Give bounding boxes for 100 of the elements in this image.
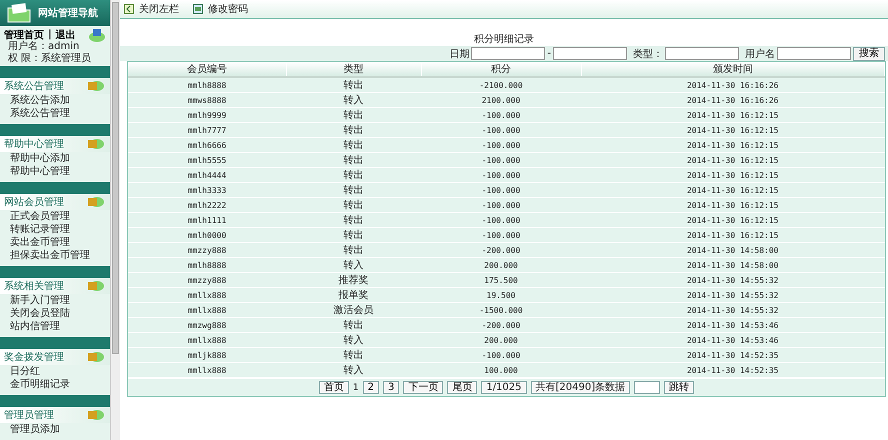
table-cell: mmllx888 [128,302,286,318]
menu-item[interactable]: 站内信管理 [0,320,110,333]
table-cell: 2014-11-30 14:55:32 [581,272,884,288]
table-cell: -100.000 [421,108,581,122]
table-cell: 转出 [286,228,421,242]
table-cell: 转出 [286,152,421,168]
table-cell: 2014-11-30 16:16:26 [581,77,884,92]
menu-item[interactable]: 帮助中心添加 [0,152,110,165]
role-text: 权 限：系统管理员 [7,53,92,65]
column-header: 类型 [286,62,421,77]
page-title: 积分明细记录 [473,33,535,46]
table-cell: 2014-11-30 14:53:46 [581,332,884,348]
menu-item[interactable]: 关闭会员登陆 [0,307,110,320]
page-count: 1/1025 [481,381,527,394]
table-cell: -100.000 [421,182,581,198]
table-cell: 转出 [286,198,421,212]
username-label: 用户名 [745,48,775,60]
current-page: 1 [352,382,359,392]
table-cell: 转出 [286,138,421,152]
table-cell: 转出 [286,242,421,258]
date-separator: - [547,48,551,59]
table-cell: -100.000 [421,152,581,168]
first-page-button[interactable]: 首页 [318,381,349,394]
table-cell: mmlh4444 [128,168,286,182]
menu-item[interactable]: 转账记录管理 [0,223,110,236]
table-cell: 转出 [286,108,421,122]
table-cell: 推荐奖 [286,272,421,288]
menu-item[interactable]: 金币明细记录 [0,378,110,391]
table-cell: 2014-11-30 16:12:15 [581,138,884,152]
table-cell: 转出 [286,182,421,198]
table-cell: 转入 [286,332,421,348]
table-cell: mmzwg888 [128,318,286,332]
table-cell: 2014-11-30 14:52:35 [581,362,884,378]
table-cell: mmlh2222 [128,198,286,212]
next-page-button[interactable]: 下一页 [403,381,444,394]
menu-item[interactable]: 管理员添加 [0,423,110,436]
table-cell: mmlh8888 [128,77,286,92]
toolbar-link[interactable]: 关闭左栏 [139,2,179,16]
arrows-icon [124,4,134,14]
scrollbar[interactable] [110,0,120,440]
menu-item[interactable]: 正式会员管理 [0,210,110,223]
page-button[interactable]: 3 [382,381,400,394]
date-label: 日期 [449,48,470,60]
table-cell: 2014-11-30 16:12:15 [581,152,884,168]
table-cell: mmllx888 [128,362,286,378]
table-cell: 2014-11-30 14:58:00 [581,242,884,258]
table-cell: 2100.000 [421,92,581,108]
username-text: 用户名：admin [7,41,80,52]
start-date-field[interactable] [471,47,546,60]
menu-item[interactable]: 新手入门管理 [0,294,110,307]
table-cell: mmlh8888 [128,258,286,272]
table-cell: -100.000 [421,138,581,152]
table-cell: 转出 [286,77,421,92]
table-cell: 175.500 [421,272,581,288]
logout-link[interactable]: 退出 [56,28,76,42]
end-date-field[interactable] [553,47,627,60]
page-button[interactable]: 2 [362,381,379,394]
table-cell: 报单奖 [286,288,421,302]
table-cell: mmlh6666 [128,138,286,152]
search-button[interactable]: 搜索 [853,46,885,60]
menu-item[interactable]: 日分红 [0,365,110,378]
menu-item[interactable]: 帮助中心管理 [0,165,110,178]
jump-button[interactable]: 跳转 [664,381,694,394]
table-cell: 200.000 [421,332,581,348]
table-cell: mmws8888 [128,92,286,108]
toolbar-link[interactable]: 修改密码 [208,2,248,16]
table-cell: mmzzy888 [128,242,286,258]
document-icon [193,4,203,14]
type-field[interactable] [665,47,739,60]
menu-item[interactable]: 担保卖出金币管理 [0,249,110,262]
page-number-field[interactable] [634,381,660,394]
table-cell: 19.500 [421,288,581,302]
table-cell: 2014-11-30 14:58:00 [581,258,884,272]
link-separator: | [48,29,52,40]
table-cell: -100.000 [421,168,581,182]
type-label: 类型： [633,48,663,60]
menu-item[interactable]: 系统公告添加 [0,94,110,107]
table-cell: 转出 [286,212,421,228]
table-cell: -200.000 [421,318,581,332]
table-cell: -100.000 [421,198,581,212]
table-cell: 激活会员 [286,302,421,318]
table-cell: 2014-11-30 16:12:15 [581,212,884,228]
table-cell: mmlh5555 [128,152,286,168]
table-cell: 2014-11-30 16:12:15 [581,182,884,198]
username-field[interactable] [777,47,851,60]
last-page-button[interactable]: 尾页 [447,381,478,394]
total-count: 共有[20490]条数据 [530,381,630,394]
home-link[interactable]: 管理首页 [4,28,44,42]
sidebar-title: 网站管理导航 [38,6,98,20]
column-header: 积分 [421,62,581,77]
menu-item[interactable]: 卖出金币管理 [0,236,110,249]
table-cell: 转入 [286,362,421,378]
table-cell: -100.000 [421,348,581,362]
table-cell: -100.000 [421,212,581,228]
table-cell: 2014-11-30 16:12:15 [581,122,884,138]
table-cell: -100.000 [421,122,581,138]
table-cell: 转出 [286,318,421,332]
menu-item[interactable]: 系统公告管理 [0,107,110,120]
column-header: 颁发时间 [581,62,884,77]
table-cell: 2014-11-30 14:53:46 [581,318,884,332]
